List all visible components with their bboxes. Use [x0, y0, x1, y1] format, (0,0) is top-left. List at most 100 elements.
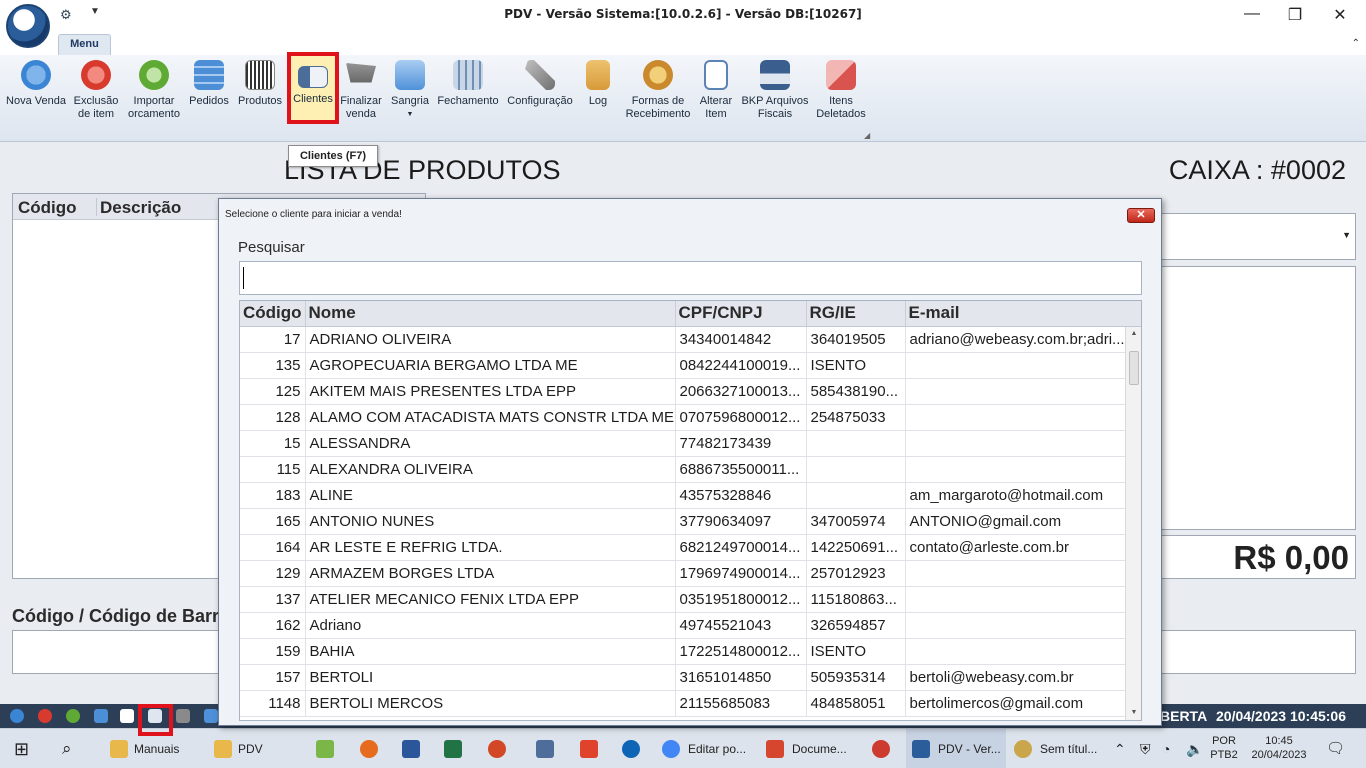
powerpoint-icon[interactable] [488, 740, 506, 758]
sangria-button[interactable]: Sangria ▼ [388, 58, 432, 128]
finalizar-venda-button[interactable]: Finalizar venda [340, 58, 382, 128]
scroll-thumb[interactable] [1129, 351, 1139, 385]
taskbar-item-wps[interactable]: Docume... [760, 729, 864, 768]
dialog-close-button[interactable]: ✕ [1127, 208, 1155, 223]
scroll-up-icon[interactable]: ▲ [1126, 327, 1141, 341]
status-datetime: 20/04/2023 10:45:06 [1216, 708, 1346, 724]
app-icon[interactable] [536, 740, 554, 758]
app-logo-icon[interactable] [6, 4, 50, 48]
quantity-input[interactable] [1150, 630, 1356, 674]
word-icon[interactable] [402, 740, 420, 758]
client-row[interactable]: 135 AGROPECUARIA BERGAMO LTDA ME 084224410… [240, 352, 1127, 379]
orders-icon[interactable] [94, 709, 108, 723]
column-codigo[interactable]: Código [18, 198, 77, 218]
upload-arrow-icon[interactable] [204, 709, 218, 723]
itens-deletados-button[interactable]: Itens Deletados [814, 58, 868, 128]
clientes-button[interactable]: Clientes [287, 52, 339, 124]
client-table-body: 17 ADRIANO OLIVEIRA 34340014842 364019505 ad… [240, 326, 1127, 717]
client-row[interactable]: 129 ARMAZEM BORGES LTDA 1796974900014... 25… [240, 560, 1127, 587]
title-bar: PDV - Versão Sistema:[10.0.2.6] - Versão… [0, 0, 1366, 30]
client-card-icon [298, 66, 328, 88]
tray-expand-icon[interactable]: ⌃ [1114, 729, 1126, 768]
system-clock[interactable]: 10:45 20/04/2023 [1244, 734, 1314, 762]
paint-icon [1014, 740, 1032, 758]
column-descricao[interactable]: Descrição [96, 198, 181, 217]
cell-email [905, 560, 1127, 587]
cart-icon[interactable] [176, 709, 190, 723]
formas-recebimento-button[interactable]: Formas de Recebimento [622, 58, 694, 128]
tab-menu[interactable]: Menu [58, 34, 111, 56]
cell-codigo: 135 [240, 352, 306, 379]
windows-start-icon[interactable]: ⊞ [14, 729, 29, 768]
refresh-icon[interactable] [66, 709, 80, 723]
barcode-icon[interactable] [120, 709, 134, 723]
client-select-dialog: Selecione o cliente para iniciar a venda… [218, 198, 1162, 726]
restore-button[interactable]: ❐ [1280, 5, 1310, 25]
alterar-item-button[interactable]: Alterar Item [697, 58, 735, 128]
notepad-icon[interactable] [316, 740, 334, 758]
client-row[interactable]: 157 BERTOLI 31651014850 505935314 bertoli@we… [240, 664, 1127, 691]
exclusao-item-button[interactable]: Exclusão de item [72, 58, 120, 128]
client-row[interactable]: 164 AR LESTE E REFRIG LTDA. 6821249700014.… [240, 534, 1127, 561]
wifi-icon[interactable]: ◔ [1162, 729, 1170, 768]
barcode-input[interactable] [12, 630, 222, 674]
client-row[interactable]: 137 ATELIER MECANICO FENIX LTDA EPP 035195… [240, 586, 1127, 613]
plus-circle-icon[interactable] [10, 709, 24, 723]
cell-nome: ALAMO COM ATACADISTA MATS CONSTR LTDA ME [305, 404, 676, 431]
taskbar-item-paint[interactable]: Sem títul... [1010, 729, 1110, 768]
client-row[interactable]: 125 AKITEM MAIS PRESENTES LTDA EPP 2066327… [240, 378, 1127, 405]
client-row[interactable]: 1148 BERTOLI MERCOS 21155685083 484858051 be… [240, 690, 1127, 717]
column-codigo[interactable]: Código [240, 301, 306, 327]
search-input[interactable] [239, 261, 1142, 295]
ribbon-group-launcher-icon[interactable]: ◢ [864, 131, 870, 140]
app-icon[interactable] [872, 740, 890, 758]
teamviewer-icon[interactable] [622, 740, 640, 758]
volume-icon[interactable]: 🔈 [1186, 729, 1203, 768]
close-button[interactable]: ✕ [1325, 5, 1355, 25]
column-email[interactable]: E-mail [905, 301, 1127, 327]
right-select[interactable]: ▼ [1150, 213, 1356, 260]
produtos-button[interactable]: Produtos [236, 58, 284, 128]
ribbon-collapse-icon[interactable]: ⌃ [1352, 38, 1360, 49]
client-row[interactable]: 162 Adriano 49745521043 326594857 [240, 612, 1127, 639]
cell-nome: AGROPECUARIA BERGAMO LTDA ME [305, 352, 676, 379]
input-language[interactable]: POR PTB2 [1208, 734, 1240, 762]
cell-email [905, 586, 1127, 613]
scroll-down-icon[interactable]: ▼ [1126, 706, 1141, 720]
log-button[interactable]: Log [580, 58, 616, 128]
delete-circle-icon[interactable] [38, 709, 52, 723]
notifications-icon[interactable]: 🗨 [1326, 729, 1345, 768]
column-nome[interactable]: Nome [305, 301, 676, 327]
bkp-arquivos-fiscais-button[interactable]: BKP Arquivos Fiscais [741, 58, 809, 128]
nova-venda-button[interactable]: Nova Venda [4, 58, 68, 128]
client-row[interactable]: 183 ALINE 43575328846 am_margaroto@hotmail.… [240, 482, 1127, 509]
configuracao-button[interactable]: Configuração [505, 58, 575, 128]
firefox-icon[interactable] [360, 740, 378, 758]
client-row[interactable]: 115 ALEXANDRA OLIVEIRA 6886735500011... [240, 456, 1127, 483]
excel-icon[interactable] [444, 740, 462, 758]
quick-access-icon[interactable]: ⚙ [60, 7, 72, 23]
column-rg-ie[interactable]: RG/IE [806, 301, 906, 327]
taskbar-item-chrome[interactable]: Editar po... [656, 729, 756, 768]
column-cpf-cnpj[interactable]: CPF/CNPJ [675, 301, 807, 327]
search-icon[interactable]: ⌕ [62, 729, 72, 768]
fechamento-button[interactable]: Fechamento [437, 58, 499, 128]
anydesk-icon[interactable] [580, 740, 598, 758]
client-row[interactable]: 159 BAHIA 1722514800012... ISENTO [240, 638, 1127, 665]
client-row[interactable]: 128 ALAMO COM ATACADISTA MATS CONSTR LTDA… [240, 404, 1127, 431]
client-row[interactable]: 15 ALESSANDRA 77482173439 [240, 430, 1127, 457]
client-row[interactable]: 165 ANTONIO NUNES 37790634097 347005974 ANTO… [240, 508, 1127, 535]
taskbar-item-pdv-app[interactable]: PDV - Ver... [906, 729, 1006, 768]
cell-rg-ie [806, 482, 906, 509]
importar-orcamento-button[interactable]: Importar orcamento [126, 58, 182, 128]
cell-email: bertoli@webeasy.com.br [905, 664, 1127, 691]
network-icon[interactable]: ⛨ [1140, 729, 1151, 768]
client-row[interactable]: 17 ADRIANO OLIVEIRA 34340014842 364019505 ad… [240, 326, 1127, 353]
taskbar-item-pdv-folder[interactable]: PDV [208, 729, 308, 768]
client-grid[interactable]: Código Nome CPF/CNPJ RG/IE E-mail 17 ADRI… [239, 300, 1142, 721]
minimize-button[interactable]: — [1237, 5, 1267, 23]
pedidos-button[interactable]: Pedidos [188, 58, 230, 128]
cell-nome: AKITEM MAIS PRESENTES LTDA EPP [305, 378, 676, 405]
vertical-scrollbar[interactable]: ▲ ▼ [1125, 327, 1141, 720]
quick-access-dropdown-icon[interactable]: ▼ [90, 6, 100, 17]
